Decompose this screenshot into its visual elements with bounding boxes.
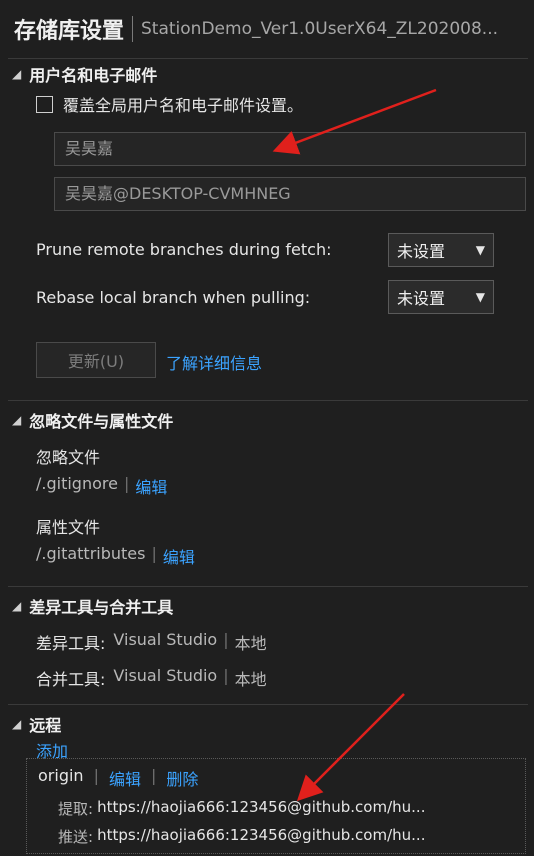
annotation-arrows bbox=[272, 88, 437, 802]
annotation-arrow-top bbox=[272, 88, 437, 155]
annotation-arrow-bottom bbox=[296, 693, 405, 802]
